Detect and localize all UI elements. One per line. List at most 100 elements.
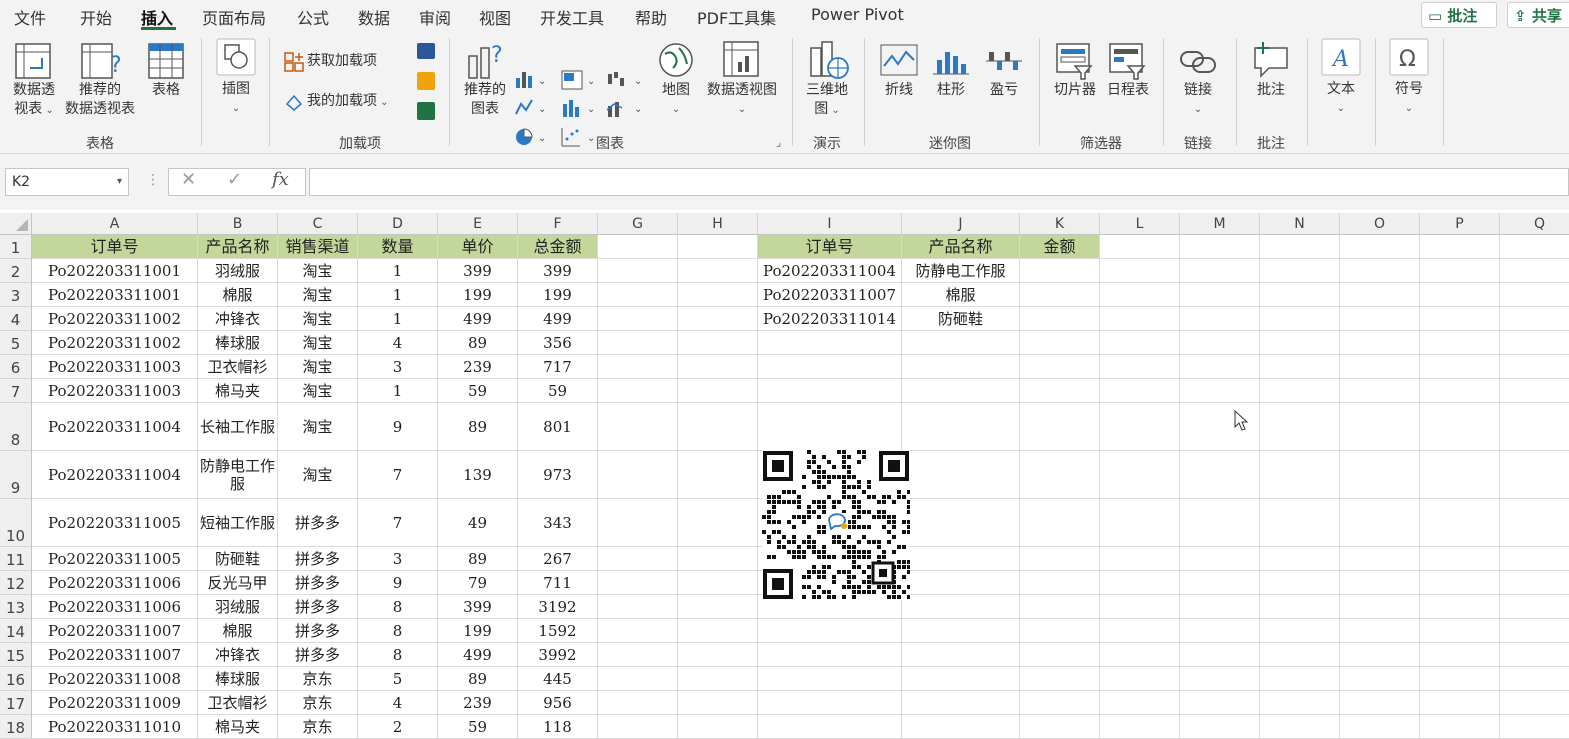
text-button[interactable]: 文本 ⌄ — [1318, 80, 1364, 118]
cell-k3[interactable] — [1020, 283, 1100, 307]
cell-n4[interactable] — [1260, 307, 1340, 331]
cell-a14[interactable]: Po202203311007 — [32, 619, 198, 643]
cell-p17[interactable] — [1420, 691, 1500, 715]
cell-h17[interactable] — [678, 691, 758, 715]
column-header-p[interactable]: P — [1420, 213, 1500, 235]
cell-j1[interactable]: 产品名称 — [902, 235, 1020, 259]
tab-pdf-tools[interactable]: PDF工具集 — [697, 5, 776, 29]
cell-b13[interactable]: 羽绒服 — [198, 595, 278, 619]
combo-chart-icon[interactable]: ⌄ — [606, 98, 644, 118]
cell-q15[interactable] — [1500, 643, 1569, 667]
cell-h15[interactable] — [678, 643, 758, 667]
cell-p4[interactable] — [1420, 307, 1500, 331]
cell-e16[interactable]: 89 — [438, 667, 518, 691]
cell-l15[interactable] — [1100, 643, 1180, 667]
cell-p18[interactable] — [1420, 715, 1500, 739]
cell-j12[interactable] — [902, 571, 1020, 595]
cell-l2[interactable] — [1100, 259, 1180, 283]
cell-n18[interactable] — [1260, 715, 1340, 739]
cell-m6[interactable] — [1180, 355, 1260, 379]
cell-m7[interactable] — [1180, 379, 1260, 403]
cell-q11[interactable] — [1500, 547, 1569, 571]
row-header-1[interactable]: 1 — [0, 235, 32, 259]
cell-o3[interactable] — [1340, 283, 1420, 307]
tab-formulas[interactable]: 公式 — [297, 5, 329, 29]
column-header-f[interactable]: F — [518, 213, 598, 235]
chevron-down-icon[interactable]: ▾ — [117, 169, 122, 195]
row-header-3[interactable]: 3 — [0, 283, 32, 307]
cell-b2[interactable]: 羽绒服 — [198, 259, 278, 283]
cell-a17[interactable]: Po202203311009 — [32, 691, 198, 715]
cell-e11[interactable]: 89 — [438, 547, 518, 571]
cell-k17[interactable] — [1020, 691, 1100, 715]
cell-o9[interactable] — [1340, 451, 1420, 499]
cell-p15[interactable] — [1420, 643, 1500, 667]
cell-h14[interactable] — [678, 619, 758, 643]
cell-e7[interactable]: 59 — [438, 379, 518, 403]
cell-g6[interactable] — [598, 355, 678, 379]
cell-l7[interactable] — [1100, 379, 1180, 403]
cell-p2[interactable] — [1420, 259, 1500, 283]
cell-a6[interactable]: Po202203311003 — [32, 355, 198, 379]
visio-icon[interactable] — [417, 43, 435, 59]
cell-k16[interactable] — [1020, 667, 1100, 691]
cell-g7[interactable] — [598, 379, 678, 403]
cell-e5[interactable]: 89 — [438, 331, 518, 355]
cell-n1[interactable] — [1260, 235, 1340, 259]
cell-o8[interactable] — [1340, 403, 1420, 451]
cell-f14[interactable]: 1592 — [518, 619, 598, 643]
cell-g1[interactable] — [598, 235, 678, 259]
cell-q5[interactable] — [1500, 331, 1569, 355]
cell-m5[interactable] — [1180, 331, 1260, 355]
cell-p5[interactable] — [1420, 331, 1500, 355]
cell-p13[interactable] — [1420, 595, 1500, 619]
cell-i5[interactable] — [758, 331, 902, 355]
cell-f11[interactable]: 267 — [518, 547, 598, 571]
cell-e14[interactable]: 199 — [438, 619, 518, 643]
cell-c2[interactable]: 淘宝 — [278, 259, 358, 283]
cell-b17[interactable]: 卫衣帽衫 — [198, 691, 278, 715]
cell-n7[interactable] — [1260, 379, 1340, 403]
cell-m4[interactable] — [1180, 307, 1260, 331]
pivot-table-button[interactable]: 数据透 视表 ⌄ — [8, 81, 60, 120]
cell-d5[interactable]: 4 — [358, 331, 438, 355]
cell-p6[interactable] — [1420, 355, 1500, 379]
cell-j8[interactable] — [902, 403, 1020, 451]
cell-l3[interactable] — [1100, 283, 1180, 307]
cell-c17[interactable]: 京东 — [278, 691, 358, 715]
cell-j17[interactable] — [902, 691, 1020, 715]
cell-i16[interactable] — [758, 667, 902, 691]
cell-n14[interactable] — [1260, 619, 1340, 643]
slicer-button[interactable]: 切片器 — [1051, 81, 1099, 100]
cell-h16[interactable] — [678, 667, 758, 691]
cell-i17[interactable] — [758, 691, 902, 715]
cell-b4[interactable]: 冲锋衣 — [198, 307, 278, 331]
cell-c7[interactable]: 淘宝 — [278, 379, 358, 403]
cell-d9[interactable]: 7 — [358, 451, 438, 499]
cell-k10[interactable] — [1020, 499, 1100, 547]
cell-g10[interactable] — [598, 499, 678, 547]
cell-b10[interactable]: 短袖工作服 — [198, 499, 278, 547]
tab-review[interactable]: 审阅 — [419, 5, 451, 29]
cell-h8[interactable] — [678, 403, 758, 451]
name-box[interactable]: K2 ▾ — [5, 168, 129, 196]
select-all-button[interactable] — [0, 213, 32, 235]
cell-n16[interactable] — [1260, 667, 1340, 691]
cell-f10[interactable]: 343 — [518, 499, 598, 547]
cell-p16[interactable] — [1420, 667, 1500, 691]
cell-l5[interactable] — [1100, 331, 1180, 355]
cell-n6[interactable] — [1260, 355, 1340, 379]
cell-b15[interactable]: 冲锋衣 — [198, 643, 278, 667]
cell-f8[interactable]: 801 — [518, 403, 598, 451]
cell-c1[interactable]: 销售渠道 — [278, 235, 358, 259]
cell-g8[interactable] — [598, 403, 678, 451]
cell-l8[interactable] — [1100, 403, 1180, 451]
cell-b3[interactable]: 棉服 — [198, 283, 278, 307]
cell-d17[interactable]: 4 — [358, 691, 438, 715]
column-header-j[interactable]: J — [902, 213, 1020, 235]
cell-f7[interactable]: 59 — [518, 379, 598, 403]
row-header-18[interactable]: 18 — [0, 715, 32, 739]
cell-q12[interactable] — [1500, 571, 1569, 595]
cell-l11[interactable] — [1100, 547, 1180, 571]
cell-l1[interactable] — [1100, 235, 1180, 259]
